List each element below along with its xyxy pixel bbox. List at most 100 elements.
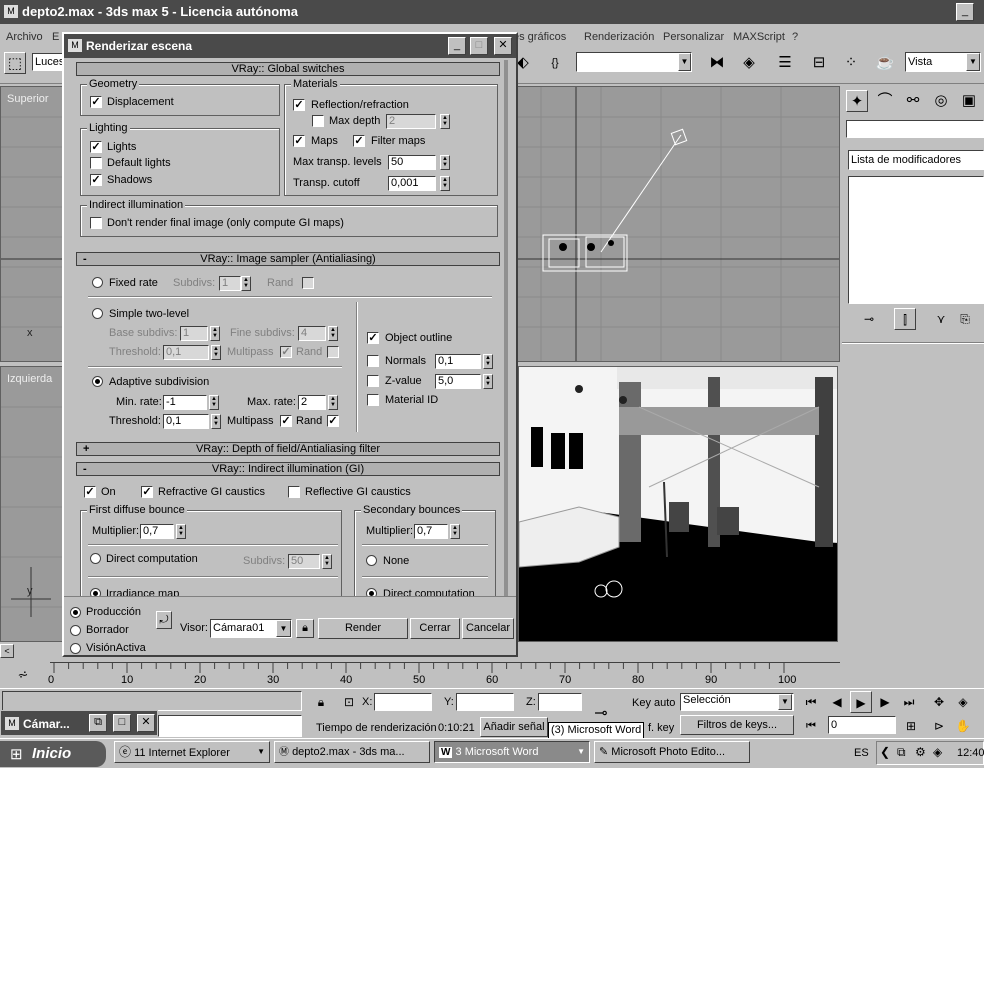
fine-subdivs-field[interactable]: 4 — [298, 326, 326, 341]
time-config-icon[interactable]: ⊞ — [900, 715, 922, 737]
goto-end-icon[interactable]: ⏭ — [898, 691, 920, 713]
max-depth-checkbox[interactable] — [312, 115, 324, 127]
displacement-checkbox[interactable]: ✓ — [90, 96, 102, 108]
min-rate-field[interactable]: -1 — [163, 395, 207, 410]
gi-subdivs-spinner[interactable]: ▲ ▼ — [322, 554, 332, 569]
render-button[interactable]: Render — [318, 618, 408, 639]
next-frame-icon[interactable]: ▶ — [874, 691, 896, 713]
swap-icon[interactable]: ⤾ — [156, 611, 172, 629]
schematic-icon[interactable]: ⊟ — [808, 52, 830, 74]
prev-frame-icon[interactable]: ◀ — [826, 691, 848, 713]
threshold-spinner-1[interactable]: ▲ ▼ — [211, 345, 221, 360]
coord-z-field[interactable] — [538, 693, 582, 711]
min-rate-spinner[interactable]: ▲ ▼ — [209, 395, 219, 410]
named-selection-arrow[interactable]: ▼ — [678, 53, 691, 71]
max-transp-spinner[interactable]: ▲ ▼ — [440, 155, 450, 170]
rand-checkbox-1[interactable] — [327, 346, 339, 358]
rollout-scrollbar[interactable] — [504, 60, 508, 596]
object-name-field[interactable] — [846, 120, 984, 138]
threshold-spinner-2[interactable]: ▲ ▼ — [211, 414, 221, 429]
task-internet-explorer[interactable]: ⓔ 11 Internet Explorer ▼ — [114, 741, 270, 763]
z-value-field[interactable]: 5,0 — [435, 374, 481, 389]
borrador-radio[interactable] — [70, 625, 81, 636]
view-dropdown-arrow[interactable]: ▼ — [966, 53, 980, 71]
orbit-icon[interactable]: ◈ — [952, 691, 974, 713]
select-region-icon[interactable]: ⬚ — [4, 52, 26, 74]
named-selection-dropdown[interactable] — [576, 52, 692, 72]
gi-on-checkbox[interactable]: ✓ — [84, 486, 96, 498]
hand-icon[interactable]: ✋ — [952, 715, 974, 737]
tray-volume-icon[interactable]: ⚙ — [915, 745, 926, 759]
track-view-icon[interactable]: ☰ — [774, 52, 796, 74]
camera-restore-button[interactable]: ⧉ — [89, 714, 107, 732]
irradiance-map-radio[interactable] — [90, 588, 101, 596]
multipass-checkbox-2[interactable]: ✓ — [280, 415, 292, 427]
viewport-camera-render[interactable] — [518, 366, 838, 642]
selection-dropdown-arrow[interactable]: ▼ — [778, 694, 792, 710]
visor-dropdown-arrow[interactable]: ▼ — [276, 620, 291, 637]
modifier-stack[interactable] — [848, 176, 984, 304]
mirror-icon[interactable]: ⧓ — [706, 52, 728, 74]
multiplier-field-1[interactable]: 0,7 — [140, 524, 174, 539]
max-rate-spinner[interactable]: ▲ ▼ — [328, 395, 338, 410]
filter-maps-checkbox[interactable]: ✓ — [353, 135, 365, 147]
cancelar-button[interactable]: Cancelar — [462, 618, 514, 639]
fixed-subdivs-field[interactable]: 1 — [219, 276, 241, 291]
pin-stack-icon[interactable]: ⊸ — [858, 308, 880, 330]
reflective-caustics-checkbox[interactable] — [288, 486, 300, 498]
viewport-top-label[interactable]: Superior — [7, 93, 49, 105]
fixed-rand-checkbox[interactable] — [302, 277, 314, 289]
object-outline-checkbox[interactable]: ✓ — [367, 332, 379, 344]
maxscript-listener[interactable] — [2, 691, 302, 711]
refractive-caustics-checkbox[interactable]: ✓ — [141, 486, 153, 498]
base-subdivs-field[interactable]: 1 — [180, 326, 208, 341]
z-value-spinner[interactable]: ▲ ▼ — [483, 374, 493, 389]
simple-two-level-radio[interactable] — [92, 308, 103, 319]
gi-subdivs-field[interactable]: 50 — [288, 554, 320, 569]
task-3dsmax[interactable]: Ⓜ depto2.max - 3ds ma... — [274, 741, 430, 763]
camera-minimized-window[interactable]: M Cámar... ⧉ □ ✕ — [0, 710, 158, 736]
base-subdivs-spinner[interactable]: ▲ ▼ — [210, 326, 220, 341]
global-switches-header[interactable]: VRay:: Global switches — [76, 62, 500, 76]
layer-field[interactable]: Luces — [32, 53, 64, 71]
frame-field[interactable]: 0 — [828, 716, 896, 734]
multiplier-spinner-2[interactable]: ▲ ▼ — [450, 524, 460, 539]
key-mode-icon[interactable]: ⏮ — [800, 715, 822, 737]
z-value-checkbox[interactable] — [367, 375, 379, 387]
max-depth-spinner[interactable]: ▲ ▼ — [440, 114, 450, 129]
reflection-refraction-checkbox[interactable]: ✓ — [293, 99, 305, 111]
normals-spinner[interactable]: ▲ ▼ — [483, 354, 493, 369]
key-auto-button[interactable]: Key auto — [632, 697, 675, 709]
align-icon[interactable]: ◈ — [738, 52, 760, 74]
direct-computation-radio[interactable] — [90, 553, 101, 564]
max-transp-field[interactable]: 50 — [388, 155, 436, 170]
transp-cutoff-spinner[interactable]: ▲ ▼ — [440, 176, 450, 191]
dialog-minimize-button[interactable]: _ — [448, 37, 466, 55]
secondary-none-radio[interactable] — [366, 555, 377, 566]
dof-header[interactable]: + VRay:: Depth of field/Antialiasing fil… — [76, 442, 500, 456]
camera-maximize-button[interactable]: □ — [113, 714, 131, 732]
adaptive-subdivision-radio[interactable] — [92, 376, 103, 387]
task-photo-editor[interactable]: ✎ Microsoft Photo Edito... — [594, 741, 750, 763]
goto-start-icon[interactable]: ⏮ — [800, 691, 822, 713]
zoom-icon[interactable]: ⊳ — [928, 715, 950, 737]
motion-tab-icon[interactable]: ◎ — [930, 90, 952, 112]
secondary-direct-radio[interactable] — [366, 588, 377, 596]
set-key-button[interactable]: f. key — [648, 722, 674, 734]
app-minimize-button[interactable]: _ — [956, 3, 974, 21]
normals-checkbox[interactable] — [367, 355, 379, 367]
produccion-radio[interactable] — [70, 607, 81, 618]
vision-activa-radio[interactable] — [70, 643, 81, 654]
dialog-maximize-button[interactable]: □ — [470, 37, 488, 55]
task-word[interactable]: W 3 Microsoft Word ▼ — [434, 741, 590, 763]
add-signal-button[interactable]: Añadir señal — [480, 717, 548, 737]
fixed-subdivs-spinner[interactable]: ▲ ▼ — [241, 276, 251, 291]
max-depth-field[interactable]: 2 — [386, 114, 436, 129]
lights-checkbox[interactable]: ✓ — [90, 141, 102, 153]
tray-network-icon[interactable]: ⧉ — [897, 745, 906, 760]
gi-header[interactable]: - VRay:: Indirect illumination (GI) — [76, 462, 500, 476]
spell-check-icon[interactable]: {} — [544, 52, 566, 74]
coord-y-field[interactable] — [456, 693, 514, 711]
lock-selection-icon[interactable]: 🔒︎ — [310, 691, 332, 713]
image-sampler-header[interactable]: - VRay:: Image sampler (Antialiasing) — [76, 252, 500, 266]
